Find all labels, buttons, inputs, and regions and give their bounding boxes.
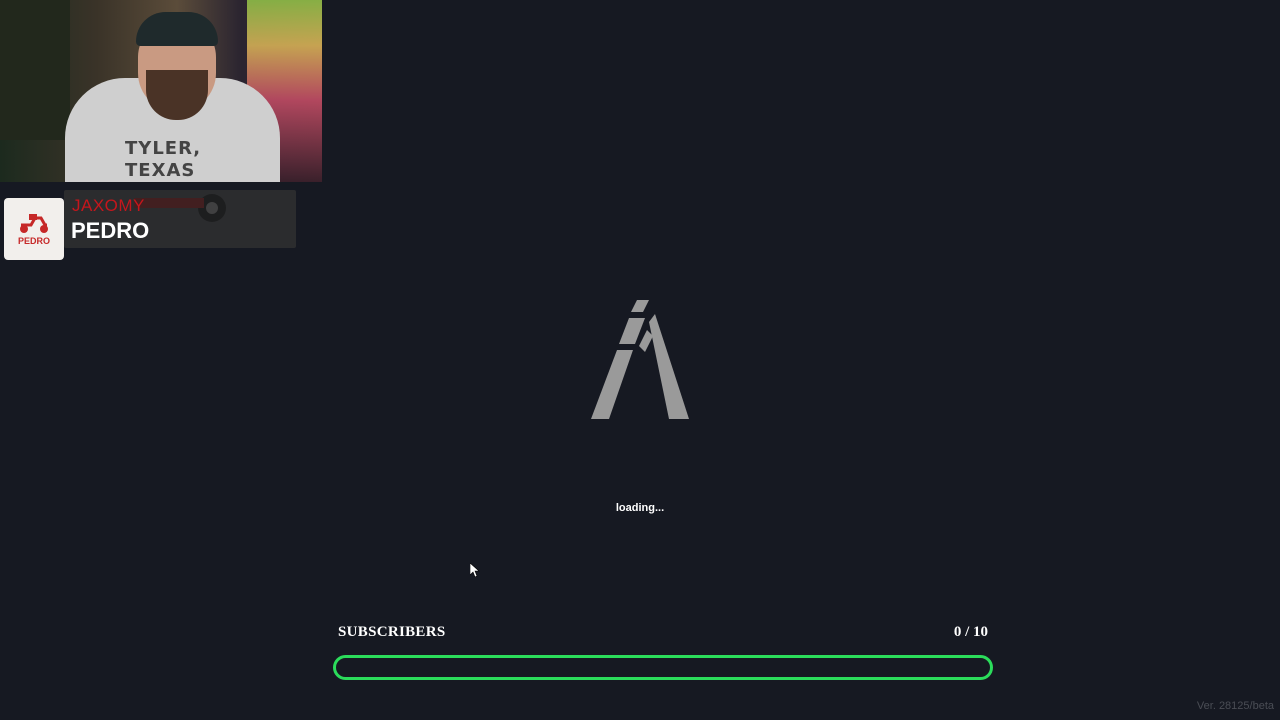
avatar: PEDRO [4,198,64,260]
subscriber-goal-label: SUBSCRIBERS [338,624,446,640]
avatar-brand-text: PEDRO [17,236,50,246]
shirt-text: TYLER, TEXAS [125,138,202,181]
game-loading-screen: TYLER, TEXAS PEDRO JAXOMY PEDRO loading.… [0,0,1280,720]
webcam-feed: TYLER, TEXAS [0,0,322,182]
subscriber-goal-count: 0 / 10 [953,624,988,640]
scooter-logo-icon [20,214,48,233]
streamer-name: PEDRO [71,218,150,243]
loading-status: loading... [615,502,665,514]
subscriber-goal-progress-bar [333,655,993,680]
streamer-cap [136,12,218,46]
channel-name: JAXOMY [72,196,145,215]
version-label: Ver. 28125/beta [1196,700,1274,712]
webcam-background-panel [0,0,70,140]
fivem-logo-icon [591,300,689,419]
streamer-namecard: PEDRO JAXOMY PEDRO [4,190,296,260]
mouse-cursor-icon [470,563,480,577]
